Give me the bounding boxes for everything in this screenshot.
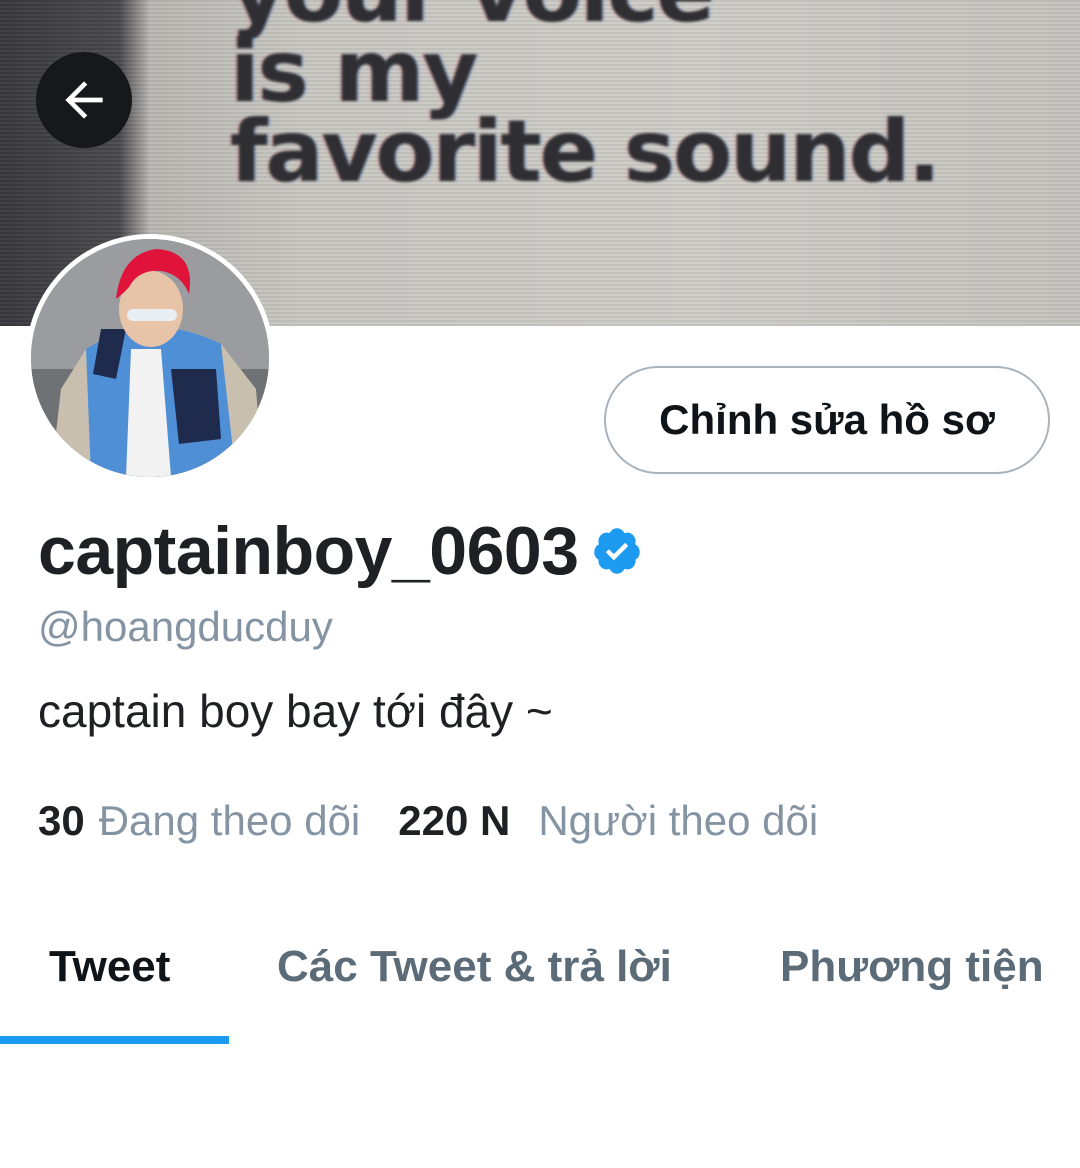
arrow-left-icon xyxy=(65,81,103,119)
following-link[interactable]: 30 Đang theo dõi xyxy=(38,797,360,845)
verified-badge-icon xyxy=(593,528,640,574)
profile-handle: @hoangducduy xyxy=(38,603,333,650)
avatar-image xyxy=(31,239,269,477)
banner-line-3: favorite sound. xyxy=(230,102,941,202)
following-label: Đang theo dõi xyxy=(98,797,361,844)
tab-tweets[interactable]: Tweet xyxy=(49,942,170,992)
followers-link[interactable]: 220 N Người theo dõi xyxy=(398,797,818,845)
avatar-illustration xyxy=(31,239,269,477)
profile-page: your voiceis myfavorite sound. xyxy=(0,0,1080,1168)
display-name-text: captainboy_0603 xyxy=(38,513,579,589)
tab-media[interactable]: Phương tiện xyxy=(780,942,1044,992)
edit-profile-button[interactable]: Chỉnh sửa hồ sơ xyxy=(604,366,1050,474)
profile-stats: 30 Đang theo dõi 220 N Người theo dõi xyxy=(38,797,818,845)
following-count: 30 xyxy=(38,797,85,844)
active-tab-indicator xyxy=(0,1036,229,1044)
banner-caption: your voiceis myfavorite sound. xyxy=(230,0,941,202)
profile-bio: captain boy bay tới đây ~ xyxy=(38,685,553,737)
tab-tweets-and-replies[interactable]: Các Tweet & trả lời xyxy=(277,942,672,992)
back-button[interactable] xyxy=(36,52,132,148)
followers-label: Người theo dõi xyxy=(538,797,819,844)
display-name: captainboy_0603 xyxy=(38,512,643,590)
avatar[interactable] xyxy=(26,234,274,482)
banner-line-2: is my xyxy=(230,22,478,122)
followers-count: 220 N xyxy=(398,797,511,844)
profile-tabs: Tweet Các Tweet & trả lời Phương tiện xyxy=(0,912,1080,1046)
